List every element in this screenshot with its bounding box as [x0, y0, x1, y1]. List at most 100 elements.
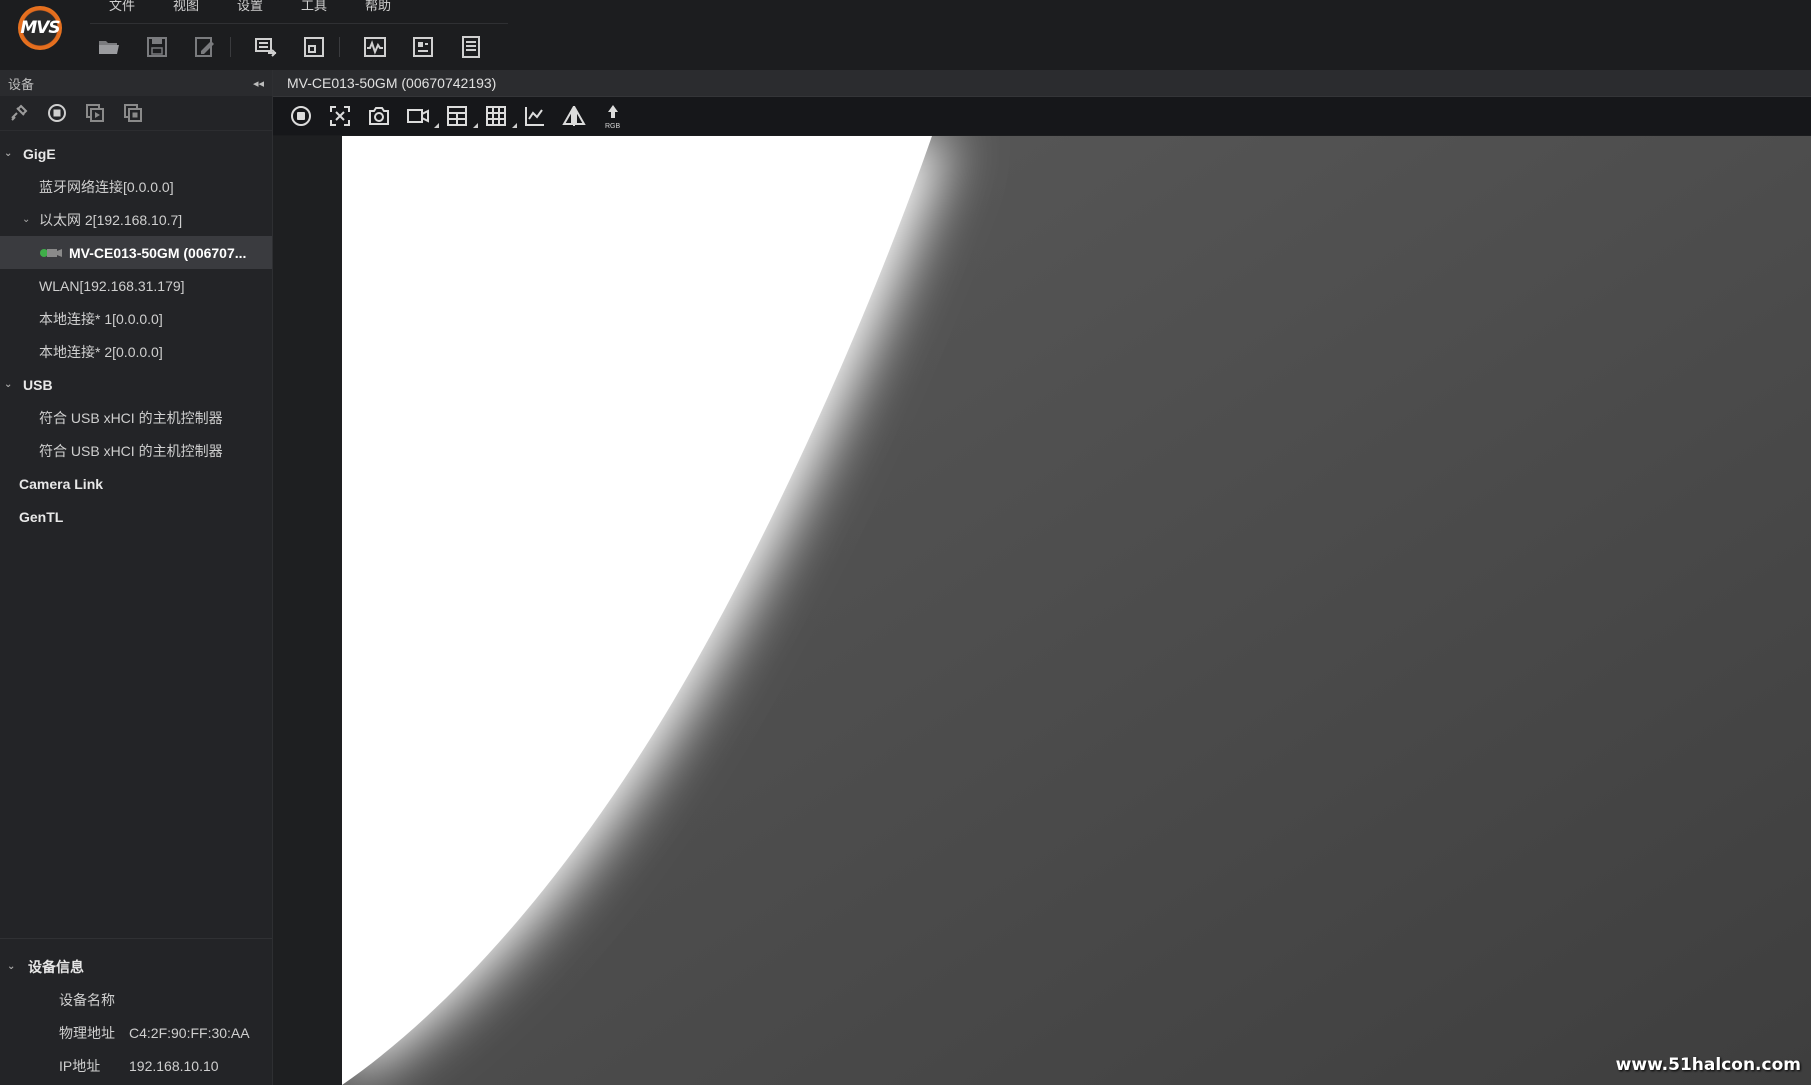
view-toolbar: RGB — [273, 97, 1811, 135]
properties-button[interactable] — [410, 34, 436, 60]
chevron-down-icon[interactable]: ⌄ — [4, 148, 14, 159]
mirror-icon — [562, 106, 586, 126]
multi-device-button[interactable] — [253, 34, 279, 60]
fit-window-button[interactable] — [326, 102, 354, 130]
histogram-button[interactable] — [521, 102, 549, 130]
tree-group-usb[interactable]: ⌄ USB — [0, 368, 272, 401]
tree-group-label: Camera Link — [19, 475, 104, 492]
camera-image-render — [342, 136, 1811, 1085]
grid-icon — [486, 106, 506, 126]
tree-item-label: WLAN[192.168.31.179] — [39, 277, 185, 294]
camera-icon — [39, 246, 63, 260]
main-toolbar — [96, 34, 506, 60]
tree-item-label: 蓝牙网络连接[0.0.0.0] — [39, 178, 174, 195]
info-value: 192.168.10.10 — [129, 1057, 219, 1074]
chevron-down-icon[interactable]: ⌄ — [7, 961, 17, 972]
tree-item-wlan[interactable]: WLAN[192.168.31.179] — [0, 269, 272, 302]
chevron-down-icon[interactable]: ⌄ — [4, 379, 14, 390]
tree-item-ethernet[interactable]: ⌄ 以太网 2[192.168.10.7] — [0, 203, 272, 236]
tree-item-label: 本地连接* 2[0.0.0.0] — [39, 343, 163, 360]
image-view-panel: MV-CE013-50GM (00670742193) RGB www.51ha… — [273, 70, 1811, 1085]
info-key: 物理地址 — [59, 1024, 115, 1041]
menu-help[interactable]: 帮助 — [346, 0, 410, 18]
tree-item-usb-controller[interactable]: 符合 USB xHCI 的主机控制器 — [0, 434, 272, 467]
toolbar-divider — [339, 37, 340, 57]
tree-group-camera-link[interactable]: Camera Link — [0, 467, 272, 500]
device-info-header[interactable]: ⌄ 设备信息 — [0, 950, 272, 983]
save-as-icon — [195, 37, 214, 57]
stop-button[interactable] — [46, 102, 68, 124]
batch-start-button[interactable] — [84, 102, 106, 124]
batch-start-icon — [86, 104, 104, 122]
tree-item-label: 以太网 2[192.168.10.7] — [39, 211, 183, 228]
log-button[interactable] — [458, 34, 484, 60]
tree-item-camera[interactable]: MV-CE013-50GM (006707... — [0, 236, 272, 269]
tree-item-bluetooth[interactable]: 蓝牙网络连接[0.0.0.0] — [0, 170, 272, 203]
camera-icon — [369, 107, 389, 125]
title-bar: MVS 文件 视图 设置 工具 帮助 — [0, 0, 1811, 70]
multi-device-icon — [255, 38, 277, 57]
watermark-text: www.51halcon.com — [1615, 1055, 1801, 1075]
collapse-panel-icon[interactable]: ◂◂ — [253, 77, 264, 90]
tree-item-label: 本地连接* 1[0.0.0.0] — [39, 310, 163, 327]
disconnect-icon — [11, 104, 28, 121]
tree-group-gige[interactable]: ⌄ GigE — [0, 137, 272, 170]
device-panel-header: 设备 ◂◂ — [0, 70, 272, 96]
batch-stop-button[interactable] — [122, 102, 144, 124]
device-toolbar — [0, 96, 272, 131]
info-value: C4:2F:90:FF:30:AA — [129, 1024, 250, 1041]
log-icon — [462, 36, 480, 58]
menu-file[interactable]: 文件 — [90, 0, 154, 18]
waveform-icon — [364, 37, 386, 57]
properties-icon — [413, 37, 433, 57]
split-view-button[interactable] — [443, 102, 478, 130]
info-row-mac: 物理地址 C4:2F:90:FF:30:AA — [0, 1016, 272, 1049]
device-panel: 设备 ◂◂ ⌄ GigE 蓝牙网络连接[0.0.0.0] ⌄ 以太网 2[192… — [0, 70, 273, 1085]
stop-grab-button[interactable] — [287, 102, 315, 130]
stop-icon — [48, 104, 66, 122]
mirror-button[interactable] — [560, 102, 588, 130]
fit-window-icon — [330, 106, 350, 126]
menu-view[interactable]: 视图 — [154, 0, 218, 18]
rgb-label: RGB — [605, 123, 621, 130]
image-canvas-area: www.51halcon.com — [273, 136, 1811, 1085]
dropdown-arrow-icon[interactable] — [434, 123, 439, 128]
rgb-button[interactable]: RGB — [599, 102, 627, 130]
tree-item-usb-controller[interactable]: 符合 USB xHCI 的主机控制器 — [0, 401, 272, 434]
info-row-device-name: 设备名称 — [0, 983, 272, 1016]
tree-group-gentl[interactable]: GenTL — [0, 500, 272, 533]
toolbar-divider — [230, 37, 231, 57]
menu-divider — [90, 23, 508, 24]
line-chart-icon — [525, 107, 544, 126]
view-tab-title[interactable]: MV-CE013-50GM (00670742193) — [287, 75, 496, 91]
chevron-down-icon[interactable]: ⌄ — [22, 214, 32, 225]
tree-item-local-1[interactable]: 本地连接* 1[0.0.0.0] — [0, 302, 272, 335]
dropdown-arrow-icon[interactable] — [512, 123, 517, 128]
save-icon — [147, 37, 167, 57]
split-view-icon — [447, 106, 467, 126]
waveform-button[interactable] — [362, 34, 388, 60]
open-folder-button[interactable] — [96, 34, 122, 60]
menu-tools[interactable]: 工具 — [282, 0, 346, 18]
info-row-ip: IP地址 192.168.10.10 — [0, 1049, 272, 1082]
snapshot-button[interactable] — [365, 102, 393, 130]
disconnect-button[interactable] — [8, 102, 30, 124]
record-button[interactable] — [404, 102, 439, 130]
tree-item-local-2[interactable]: 本地连接* 2[0.0.0.0] — [0, 335, 272, 368]
info-divider — [0, 938, 272, 939]
menu-settings[interactable]: 设置 — [218, 0, 282, 18]
tree-group-label: GenTL — [19, 508, 64, 525]
tree-group-label: USB — [23, 376, 53, 393]
device-info-title: 设备信息 — [28, 958, 84, 975]
fullscreen-button[interactable] — [301, 34, 327, 60]
dropdown-arrow-icon[interactable] — [473, 123, 478, 128]
grid-button[interactable] — [482, 102, 517, 130]
tree-item-label: 符合 USB xHCI 的主机控制器 — [39, 409, 223, 426]
tree-group-label: GigE — [23, 145, 56, 162]
camera-image[interactable]: www.51halcon.com — [342, 136, 1811, 1085]
app-logo: MVS — [18, 6, 62, 50]
info-key: 设备名称 — [59, 991, 115, 1008]
save-as-button[interactable] — [192, 34, 218, 60]
save-button[interactable] — [144, 34, 170, 60]
app-logo-text: MVS — [20, 18, 60, 38]
